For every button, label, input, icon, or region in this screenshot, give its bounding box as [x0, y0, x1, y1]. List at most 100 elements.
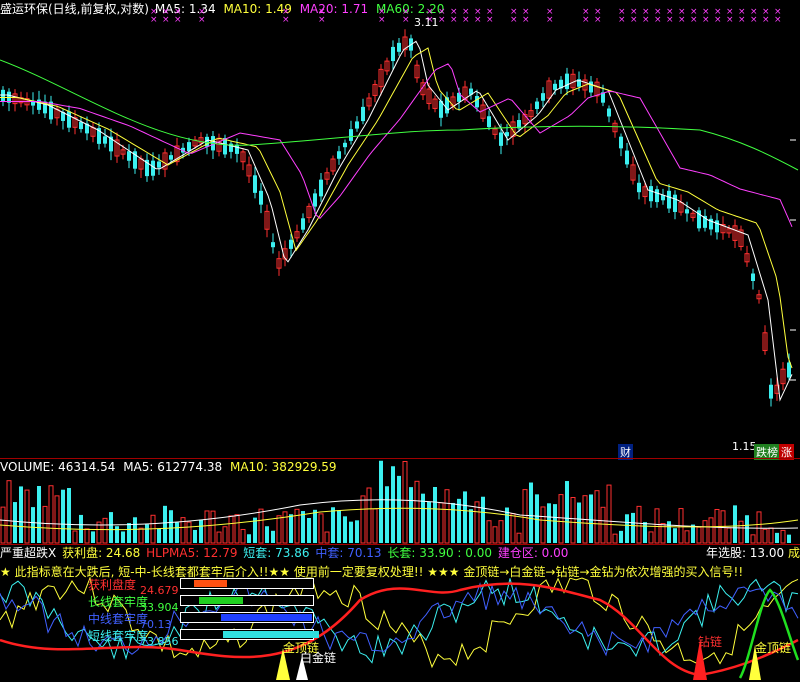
volume-bar-down: [109, 512, 113, 543]
volume-bar-up: [486, 520, 492, 544]
volume-bar-down: [301, 511, 305, 543]
candle-body-down: [541, 93, 545, 101]
volume-bar-up: [414, 480, 420, 544]
candle-body-down: [79, 121, 83, 130]
candle-body-down: [625, 150, 629, 165]
volume-bar-down: [535, 494, 539, 543]
candle-body-down: [319, 179, 323, 197]
volume-ma10: MA10: 382929.59: [229, 460, 337, 474]
signal-x-mark: ×: [438, 15, 446, 25]
volume-bar-down: [133, 517, 137, 543]
volume-bar-down: [385, 486, 389, 543]
volume-bar-down: [67, 488, 71, 543]
volume-bar-down: [643, 522, 647, 543]
volume-bar-down: [463, 491, 467, 543]
volume-bar-up: [48, 485, 54, 544]
volume-bar-down: [265, 526, 269, 543]
signal-x-mark: ×: [402, 15, 410, 25]
volume-bar-down: [457, 498, 461, 543]
volume-bar-down: [625, 514, 629, 543]
indicator-row-bar-fill: [194, 580, 227, 587]
volume-bar-down: [349, 521, 353, 543]
volume-bar-up: [768, 527, 774, 544]
volume-bar-down: [91, 531, 95, 543]
candle-body-down: [673, 194, 677, 212]
indicator-row-label: 短线套牢度: [88, 629, 149, 643]
candle-body-down: [667, 190, 671, 209]
signal-x-mark: ×: [450, 15, 458, 25]
year-pick-suffix: 成: [787, 546, 800, 560]
signal-x-mark: ×: [582, 15, 590, 25]
volume-bar-up: [138, 527, 144, 544]
volume-bar-up: [84, 528, 90, 544]
volume-bar-down: [667, 521, 671, 543]
volume-bar-down: [529, 482, 533, 543]
indicator-green-line: [738, 588, 800, 679]
volume-bar-up: [318, 513, 324, 544]
volume-bar-down: [157, 528, 161, 543]
volume-bar-up: [648, 531, 654, 544]
volume-bar-up: [762, 528, 768, 544]
signal-x-mark: ×: [474, 15, 482, 25]
volume-bar-up: [444, 489, 450, 544]
volume-bar-down: [145, 524, 149, 543]
candle-body-down: [1, 89, 5, 102]
signal-x-mark: ×: [654, 15, 662, 25]
volume-bar-up: [516, 532, 522, 544]
profit-value: 获利盘: 24.68: [62, 546, 141, 560]
candle-body-down: [337, 151, 341, 159]
volume-bar-up: [42, 505, 48, 544]
volume-bar-down: [547, 503, 551, 543]
indicator-row-bar: [180, 612, 314, 623]
candle-body-down: [565, 73, 569, 90]
signal-x-mark: ×: [594, 15, 602, 25]
volume-bar-up: [234, 514, 240, 544]
candle-body-down: [271, 242, 275, 248]
candle-body-down: [259, 190, 263, 205]
volume-ma5: MA5: 612774.38: [123, 460, 223, 474]
volume-bar-down: [733, 505, 737, 543]
indicator-row-label: 长线套牢度: [88, 595, 149, 609]
signal-x-mark: ×: [618, 15, 626, 25]
volume-bar-up: [702, 520, 708, 544]
indicator-name[interactable]: 严重超跌X: [0, 546, 56, 560]
candle-body-down: [607, 108, 611, 117]
candle-body-down: [475, 96, 479, 108]
candle-body-down: [487, 116, 491, 128]
volume-bar-up: [570, 496, 576, 544]
candle-body-down: [535, 101, 539, 109]
volume-bar-down: [553, 504, 557, 543]
volume-bar-up: [600, 506, 606, 544]
volume-bar-up: [258, 508, 264, 544]
volume-bar-down: [163, 505, 167, 543]
indicator-row-value: 73.856: [140, 635, 179, 648]
volume-bar-up: [228, 515, 234, 544]
volume-bar-down: [331, 507, 335, 543]
volume-bar-up: [594, 490, 600, 544]
indicator-row-label: 获利盘度: [88, 578, 137, 592]
volume-bar-up: [372, 508, 378, 544]
candle-body-down: [253, 175, 257, 193]
signal-x-mark: ×: [702, 15, 710, 25]
signal-x-mark: ×: [150, 15, 158, 25]
candle-body-down: [553, 83, 557, 90]
volume-bar-down: [247, 534, 251, 543]
volume-bar-down: [391, 466, 395, 543]
candle-body-down: [649, 186, 653, 202]
volume-bar-up: [750, 534, 756, 544]
volume-bar-up: [186, 521, 192, 544]
volume-bar-up: [102, 517, 108, 544]
short-trap-value: 短套: 73.86: [243, 546, 310, 560]
candle-body-down: [361, 106, 365, 122]
volume-bar-up: [696, 526, 702, 544]
volume-bar-up: [654, 508, 660, 544]
volume-bar-up: [24, 489, 30, 544]
volume-bar-down: [307, 518, 311, 543]
volume-bar-up: [324, 531, 330, 544]
volume-bar-down: [775, 532, 779, 543]
volume-bar-down: [337, 510, 341, 543]
volume-bar-up: [636, 505, 642, 544]
signal-x-mark: ×: [486, 15, 494, 25]
volume-bar-up: [204, 510, 210, 544]
volume-bar-up: [522, 489, 528, 544]
